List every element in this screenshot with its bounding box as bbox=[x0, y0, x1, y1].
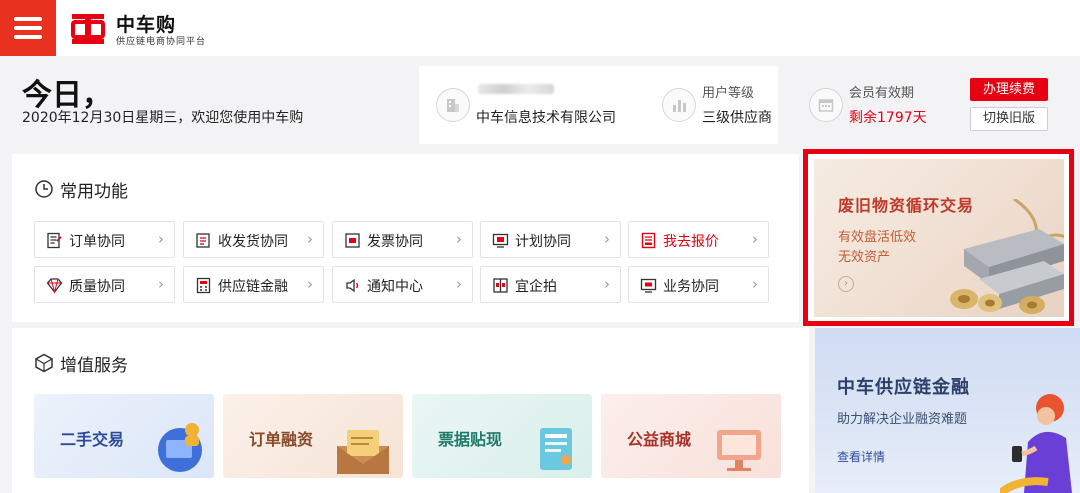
order-doc-icon bbox=[47, 232, 62, 249]
recycle-banner-line1: 有效盘活低效 bbox=[838, 230, 917, 245]
clock-icon bbox=[35, 180, 53, 198]
hamburger-menu-button[interactable] bbox=[0, 0, 56, 56]
service-label: 票据贴现 bbox=[438, 430, 503, 449]
func-delivery-collab[interactable]: 收发货协同 › bbox=[183, 221, 324, 258]
func-auction[interactable]: 宜企拍 › bbox=[480, 266, 621, 303]
speaker-icon bbox=[346, 278, 359, 293]
diamond-icon bbox=[46, 278, 63, 294]
recycle-banner[interactable]: 废旧物资循环交易 有效盘活低效 无效资产 › bbox=[814, 159, 1064, 317]
service-order-financing[interactable]: 订单融资 bbox=[223, 394, 403, 478]
func-label: 质量协同 bbox=[69, 279, 125, 295]
chevron-right-icon: › bbox=[158, 230, 164, 248]
func-label: 业务协同 bbox=[663, 279, 719, 295]
chevron-right-icon: › bbox=[307, 275, 313, 293]
func-label: 宜企拍 bbox=[515, 279, 557, 295]
func-label: 通知中心 bbox=[367, 279, 423, 295]
monitor-mall-icon bbox=[717, 430, 761, 471]
calculator-icon bbox=[196, 277, 211, 294]
switch-old-version-button[interactable]: 切换旧版 bbox=[970, 107, 1048, 131]
func-supply-finance[interactable]: 供应链金融 › bbox=[183, 266, 324, 303]
calendar-icon bbox=[809, 88, 843, 122]
user-level-value: 三级供应商 bbox=[702, 110, 772, 126]
chevron-right-icon: › bbox=[307, 230, 313, 248]
func-label: 订单协同 bbox=[69, 234, 125, 250]
service-label: 二手交易 bbox=[60, 430, 125, 449]
validity-value: 剩余1797天 bbox=[849, 110, 927, 126]
user-info-card bbox=[419, 66, 778, 144]
chart-bars-icon bbox=[662, 88, 696, 122]
arrow-right-icon[interactable]: › bbox=[838, 276, 854, 292]
chevron-right-icon: › bbox=[604, 230, 610, 248]
func-label: 收发货协同 bbox=[218, 234, 288, 250]
service-label: 公益商城 bbox=[627, 430, 692, 449]
recycle-banner-highlight[interactable]: 废旧物资循环交易 有效盘活低效 无效资产 › bbox=[803, 149, 1074, 326]
greeting-date: 2020年12月30日星期三，欢迎您使用中车购 bbox=[22, 110, 304, 126]
func-business-collab[interactable]: 业务协同 › bbox=[628, 266, 769, 303]
common-functions-title: 常用功能 bbox=[60, 182, 128, 202]
steel-materials-illustration bbox=[950, 199, 1064, 314]
user-level-label: 用户等级 bbox=[702, 86, 755, 101]
service-charity-mall[interactable]: 公益商城 bbox=[601, 394, 781, 478]
chevron-right-icon: › bbox=[456, 275, 462, 293]
service-label: 订单融资 bbox=[249, 430, 314, 449]
chevron-right-icon: › bbox=[752, 230, 758, 248]
func-order-collab[interactable]: 订单协同 › bbox=[34, 221, 175, 258]
func-notification-center[interactable]: 通知中心 › bbox=[332, 266, 473, 303]
auction-icon bbox=[493, 278, 508, 293]
chevron-right-icon: › bbox=[604, 275, 610, 293]
func-invoice-collab[interactable]: 发票协同 › bbox=[332, 221, 473, 258]
envelope-icon bbox=[337, 430, 389, 474]
service-bill-discount[interactable]: 票据贴现 bbox=[412, 394, 592, 478]
validity-label: 会员有效期 bbox=[849, 86, 915, 101]
common-functions-panel: 常用功能 订单协同 › 收发货协同 › 发票协同 › 计划协同 › 我去报价 ›… bbox=[12, 154, 799, 322]
invoice-icon bbox=[345, 233, 360, 248]
chevron-right-icon: › bbox=[158, 275, 164, 293]
top-header: 中车购 供应链电商协同平台 bbox=[0, 0, 1080, 56]
func-label: 计划协同 bbox=[515, 234, 571, 250]
brand-name[interactable]: 中车购 bbox=[116, 10, 176, 37]
crrc-logo-icon bbox=[71, 14, 105, 44]
person-phone-illustration bbox=[1000, 394, 1072, 493]
laptop-person-icon bbox=[158, 423, 202, 472]
company-building-icon bbox=[436, 88, 470, 122]
chevron-right-icon: › bbox=[752, 275, 758, 293]
company-name: 中车信息技术有限公司 bbox=[476, 110, 616, 126]
monitor-icon bbox=[640, 278, 657, 293]
func-label: 发票协同 bbox=[367, 234, 423, 250]
value-services-panel: 增值服务 二手交易 订单融资 票据贴现 公益商城 bbox=[12, 328, 809, 493]
func-label: 供应链金融 bbox=[218, 279, 288, 295]
service-secondhand-trade[interactable]: 二手交易 bbox=[34, 394, 214, 478]
plan-icon bbox=[492, 233, 509, 248]
func-plan-collab[interactable]: 计划协同 › bbox=[480, 221, 621, 258]
finance-banner-title: 中车供应链金融 bbox=[837, 377, 970, 398]
recycle-banner-line2: 无效资产 bbox=[838, 250, 891, 265]
blurred-username bbox=[478, 84, 554, 94]
finance-banner-subtitle: 助力解决企业融资难题 bbox=[837, 412, 968, 427]
brand-subtitle: 供应链电商协同平台 bbox=[116, 37, 207, 47]
bill-document-icon bbox=[540, 428, 572, 470]
menu-bar bbox=[14, 17, 42, 21]
chevron-right-icon: › bbox=[456, 230, 462, 248]
value-services-title: 增值服务 bbox=[60, 356, 128, 376]
quote-icon bbox=[641, 232, 656, 249]
menu-bar bbox=[14, 35, 42, 39]
func-quote[interactable]: 我去报价 › bbox=[628, 221, 769, 258]
cube-icon bbox=[35, 353, 53, 373]
func-quality-collab[interactable]: 质量协同 › bbox=[34, 266, 175, 303]
renew-button[interactable]: 办理续费 bbox=[970, 78, 1048, 101]
delivery-icon bbox=[196, 233, 210, 248]
menu-bar bbox=[14, 26, 42, 30]
func-label: 我去报价 bbox=[663, 234, 719, 250]
finance-banner-link[interactable]: 查看详情 bbox=[837, 448, 885, 465]
supply-finance-banner[interactable]: 中车供应链金融 助力解决企业融资难题 查看详情 bbox=[815, 328, 1080, 493]
